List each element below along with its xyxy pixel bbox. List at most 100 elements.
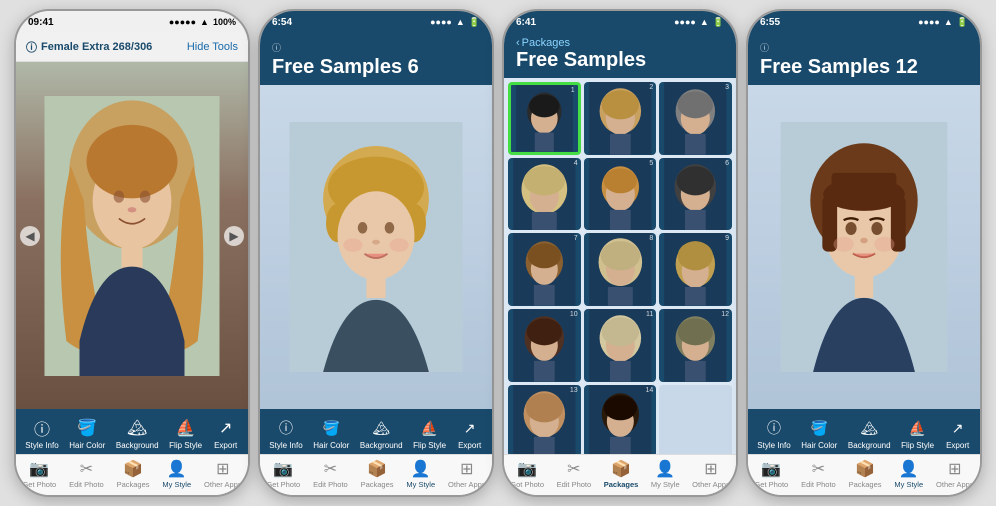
hair-cell-4[interactable]: 4	[508, 158, 581, 231]
phone4-tab-getphoto[interactable]: 📷 Get Photo	[754, 459, 788, 489]
phone2-app-content: ⓘ Free Samples 6	[260, 33, 492, 495]
phone1-tab-otherapps-label: Other Apps	[204, 480, 242, 489]
camera-icon-1: 📷	[29, 459, 49, 479]
status-time-4: 6:55	[760, 17, 780, 28]
phone1-tab-editphoto-label: Edit Photo	[69, 480, 104, 489]
phone2-tab-mystyle[interactable]: 👤 My Style	[406, 459, 435, 489]
phone4-tab-otherapps[interactable]: ⊞ Other Apps	[936, 459, 974, 489]
phone1-tab-otherapps[interactable]: ⊞ Other Apps	[204, 459, 242, 489]
style-info-icon-4: ⓘ	[761, 417, 787, 439]
phone2-export[interactable]: ↗ Export	[457, 417, 483, 450]
phone2-tab-mystyle-label: My Style	[406, 480, 435, 489]
phone2-flip-style[interactable]: ⛵ Flip Style	[413, 417, 446, 450]
phone2-hair-svg	[286, 122, 466, 372]
phone1-hair-color[interactable]: 🪣 Hair Color	[69, 417, 105, 450]
phone4-flip-style[interactable]: ⛵ Flip Style	[901, 417, 934, 450]
hair-cell-9[interactable]: 9	[659, 233, 732, 306]
cell-number-8: 8	[649, 235, 653, 242]
phone4-hair-color[interactable]: 🪣 Hair Color	[801, 417, 837, 450]
phone1-style-info[interactable]: ⓘ Style Info	[25, 417, 58, 450]
flip-style-icon-1: ⛵	[173, 417, 199, 439]
hair-color-icon-1: 🪣	[74, 417, 100, 439]
edit-icon-1: ✂	[80, 459, 93, 479]
phone3-tab-mystyle-label: My Style	[651, 480, 680, 489]
phone1-tab-editphoto[interactable]: ✂ Edit Photo	[69, 459, 104, 489]
phone2-tab-getphoto-label: Get Photo	[266, 480, 300, 489]
phone2-tab-otherapps[interactable]: ⊞ Other Apps	[448, 459, 486, 489]
flip-style-icon-4: ⛵	[905, 417, 931, 439]
cell-number-7: 7	[574, 235, 578, 242]
hair-cell-2[interactable]: 2	[584, 82, 657, 155]
info-icon-2: ⓘ	[272, 41, 281, 54]
phone2-background[interactable]: 🏔 Background	[360, 417, 403, 450]
hair-cell-11[interactable]: 11	[584, 309, 657, 382]
phone3-tab-otherapps[interactable]: ⊞ Other Apps	[692, 459, 730, 489]
phone1-tab-getphoto[interactable]: 📷 Get Photo	[22, 459, 56, 489]
flip-style-label-4: Flip Style	[901, 441, 934, 450]
style-info-icon-1: ⓘ	[29, 417, 55, 439]
hair-color-label-2: Hair Color	[313, 441, 349, 450]
arrow-right-1[interactable]: ▶	[224, 226, 244, 246]
mystyle-icon-2: 👤	[411, 459, 431, 479]
phone4-photo-area	[748, 85, 980, 409]
phone1-person-image: ◀ ▶	[16, 62, 248, 409]
phone1-tab-packages[interactable]: 📦 Packages	[117, 459, 150, 489]
hair-cell-12[interactable]: 12	[659, 309, 732, 382]
phone1-background[interactable]: 🏔 Background	[116, 417, 159, 450]
export-icon-2: ↗	[457, 417, 483, 439]
edit-icon-4: ✂	[812, 459, 825, 479]
status-time-3: 6:41	[516, 17, 536, 28]
phone4-tab-mystyle[interactable]: 👤 My Style	[894, 459, 923, 489]
status-time-1: 09:41	[28, 17, 54, 28]
mystyle-icon-3: 👤	[655, 459, 675, 479]
hair-cell-14[interactable]: 14	[584, 385, 657, 454]
phone1-flip-style[interactable]: ⛵ Flip Style	[169, 417, 202, 450]
background-label-1: Background	[116, 441, 159, 450]
cell-number-2: 2	[649, 84, 653, 91]
phone2-tab-packages[interactable]: 📦 Packages	[361, 459, 394, 489]
cell-number-4: 4	[574, 160, 578, 167]
phone2-tab-getphoto[interactable]: 📷 Get Photo	[266, 459, 300, 489]
arrow-left-1[interactable]: ◀	[20, 226, 40, 246]
phone-frame-4: 6:55 ●●●● ▲ 🔋 ⓘ Free Samples 12	[746, 9, 982, 497]
phone4-export[interactable]: ↗ Export	[945, 417, 971, 450]
phone2-hair-color[interactable]: 🪣 Hair Color	[313, 417, 349, 450]
hair-cell-13[interactable]: 13	[508, 385, 581, 454]
phone4-background[interactable]: 🏔 Background	[848, 417, 891, 450]
phone4-style-info[interactable]: ⓘ Style Info	[757, 417, 790, 450]
phone4-tab-packages[interactable]: 📦 Packages	[849, 459, 882, 489]
hair-cell-7[interactable]: 7	[508, 233, 581, 306]
hair-cell-5[interactable]: 5	[584, 158, 657, 231]
phone2-style-info[interactable]: ⓘ Style Info	[269, 417, 302, 450]
phone3-tab-getphoto[interactable]: 📷 Got Photo	[510, 459, 544, 489]
phone3-tab-packages[interactable]: 📦 Packages	[604, 459, 639, 489]
signal-icon-3: ●●●●	[674, 17, 696, 27]
cell-number-1: 1	[571, 87, 575, 94]
phone3-grid-area[interactable]: 1 2	[504, 78, 736, 454]
hair-cell-6[interactable]: 6	[659, 158, 732, 231]
phone2-tab-editphoto[interactable]: ✂ Edit Photo	[313, 459, 348, 489]
hair-cell-8[interactable]: 8	[584, 233, 657, 306]
phone3-back-nav[interactable]: ‹ Packages	[516, 37, 724, 49]
hide-tools-button[interactable]: Hide Tools	[187, 41, 238, 53]
phone4-tab-editphoto[interactable]: ✂ Edit Photo	[801, 459, 836, 489]
status-bar-2: 6:54 ●●●● ▲ 🔋	[260, 11, 492, 33]
hair-cell-3[interactable]: 3	[659, 82, 732, 155]
packages-icon-3: 📦	[611, 459, 631, 479]
phone3-tab-mystyle[interactable]: 👤 My Style	[651, 459, 680, 489]
hair-cell-10[interactable]: 10	[508, 309, 581, 382]
status-bar-1: 09:41 ●●●●● ▲ 100%	[16, 11, 248, 33]
phone3-tab-editphoto[interactable]: ✂ Edit Photo	[557, 459, 592, 489]
phone1-export[interactable]: ↗ Export	[213, 417, 239, 450]
phone1-hair-svg	[32, 96, 232, 376]
phone2-tab-otherapps-label: Other Apps	[448, 480, 486, 489]
status-icons-3: ●●●● ▲ 🔋	[674, 17, 724, 28]
phone1-tab-mystyle[interactable]: 👤 My Style	[162, 459, 191, 489]
hair-color-label-4: Hair Color	[801, 441, 837, 450]
phone1-tab-mystyle-label: My Style	[162, 480, 191, 489]
hair-cell-empty	[659, 385, 732, 454]
hair-cell-1[interactable]: 1	[508, 82, 581, 155]
battery-icon-2: 🔋	[469, 17, 480, 28]
phone3-tab-otherapps-label: Other Apps	[692, 480, 730, 489]
export-label-4: Export	[946, 441, 969, 450]
